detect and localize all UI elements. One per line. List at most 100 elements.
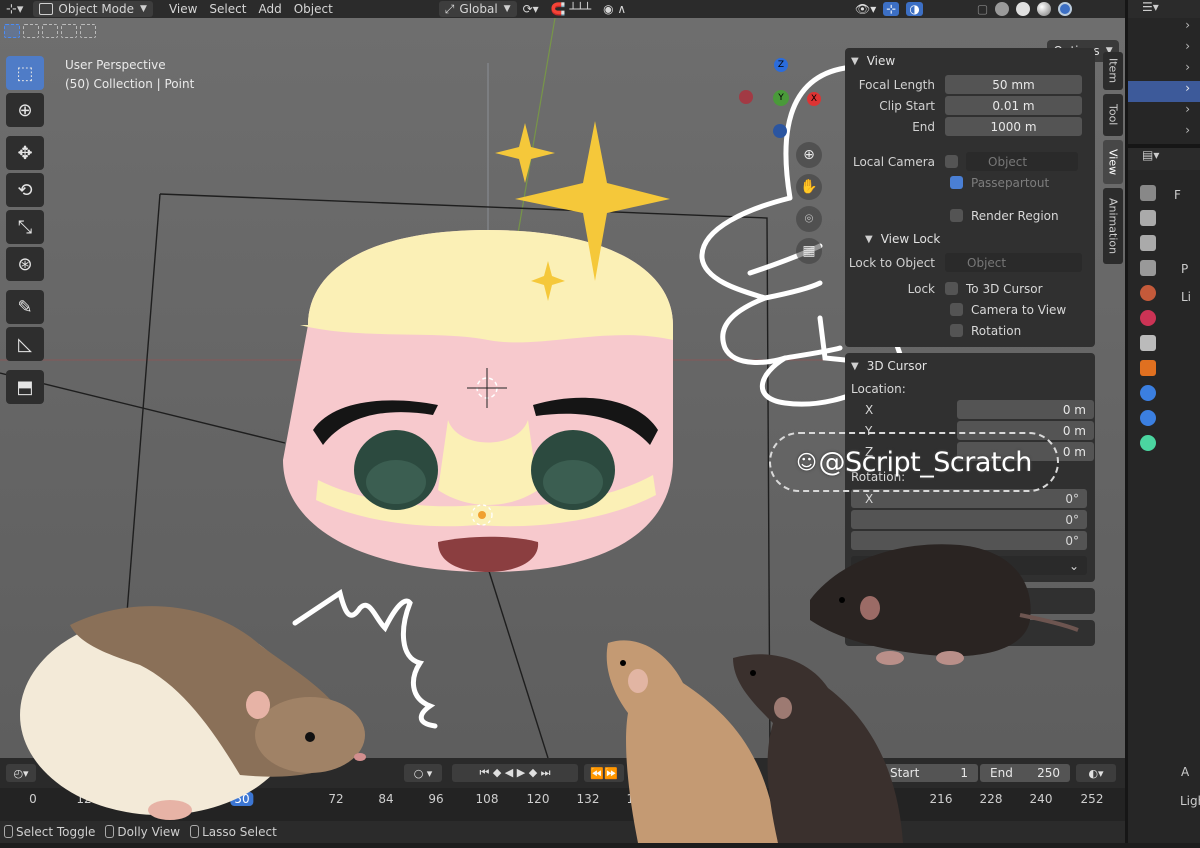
rot-y-field[interactable]: 0° [1065, 513, 1079, 527]
outliner-row[interactable]: › [1128, 39, 1200, 60]
timeline-ruler[interactable]: 0 12 36 50 72 84 96 108 120 132 144 216 … [0, 788, 1125, 821]
lock-to-object-field[interactable]: Object [945, 253, 1082, 272]
select-intersect-button[interactable] [80, 24, 96, 38]
object-mode-icon [39, 3, 54, 15]
view-panel-header[interactable]: ▼ View [845, 48, 1095, 74]
timeline-view-button[interactable]: ◐▾ [1076, 764, 1116, 782]
clip-end-field[interactable]: 1000 m [945, 117, 1082, 136]
view-lock-header[interactable]: ▼ View Lock [845, 226, 1095, 252]
wireframe-shading-icon[interactable] [995, 2, 1010, 16]
world-properties-icon[interactable] [1140, 310, 1156, 326]
menu-object[interactable]: Object [288, 0, 339, 18]
properties-header[interactable]: ▤▾ [1128, 148, 1200, 170]
cursor-tool[interactable]: ⊕ [6, 93, 44, 127]
outliner-row[interactable]: › [1128, 102, 1200, 123]
camera-view-icon[interactable]: ⌾ [796, 206, 822, 232]
scene-properties-icon[interactable] [1140, 285, 1156, 301]
xray-icon[interactable]: ▢ [977, 2, 988, 16]
snap-button[interactable]: 🧲 ┴┴┴ [545, 0, 597, 18]
pan-hand-icon[interactable]: ✋ [796, 174, 822, 200]
view-layer-icon[interactable] [1140, 260, 1156, 276]
tab-animation[interactable]: Animation [1103, 188, 1123, 264]
menu-select[interactable]: Select [203, 0, 252, 18]
focal-length-field[interactable]: 50 mm [945, 75, 1082, 94]
clip-start-field[interactable]: 0.01 m [945, 96, 1082, 115]
pivot-button[interactable]: ⟳▾ [517, 0, 545, 18]
select-extend-button[interactable] [23, 24, 39, 38]
annotations-header[interactable]: ▶ Annotations [845, 620, 1095, 646]
rot-x-field[interactable]: 0° [1065, 492, 1079, 506]
local-camera-checkbox[interactable] [945, 155, 958, 168]
local-camera-field[interactable]: Object [966, 152, 1078, 171]
transform-tool[interactable]: ⊛ [6, 247, 44, 281]
proportional-edit-button[interactable]: ◉ ∧ [597, 0, 632, 18]
modifier-properties-icon[interactable] [1140, 385, 1156, 401]
gizmo-neg-z[interactable] [773, 124, 787, 138]
menu-add[interactable]: Add [252, 0, 287, 18]
gizmo-x-axis[interactable]: X [807, 92, 821, 106]
lock-cursor-checkbox[interactable] [945, 282, 958, 295]
ortho-grid-icon[interactable]: ▦ [796, 238, 822, 264]
render-region-checkbox[interactable] [950, 209, 963, 222]
gizmo-neg-x[interactable] [739, 90, 753, 104]
select-invert-button[interactable] [61, 24, 77, 38]
collection-properties-icon[interactable] [1140, 335, 1156, 351]
collections-header[interactable]: ▶ Collections [845, 588, 1095, 614]
loc-x-field[interactable]: 0 m [957, 400, 1094, 419]
rot-z-field[interactable]: 0° [1065, 534, 1079, 548]
navigation-gizmo[interactable]: Z X Y [735, 54, 825, 144]
annotate-tool[interactable]: ✎ [6, 290, 44, 324]
rotation-mode-dropdown[interactable]: ⌄ [851, 556, 1087, 575]
tab-tool[interactable]: Tool [1103, 94, 1123, 136]
render-properties-icon[interactable] [1140, 210, 1156, 226]
outliner-type-icon[interactable]: ☰▾ [1142, 0, 1159, 14]
light-data-icon[interactable] [1140, 435, 1156, 451]
visibility-icon[interactable]: 👁▾ [855, 2, 876, 16]
select-subtract-button[interactable] [42, 24, 58, 38]
object-properties-icon[interactable] [1140, 360, 1156, 376]
material-shading-icon[interactable] [1037, 2, 1052, 16]
solid-shading-icon[interactable] [1016, 2, 1031, 16]
select-mode-buttons [4, 24, 96, 38]
physics-properties-icon[interactable] [1140, 410, 1156, 426]
tab-item[interactable]: Item [1103, 52, 1123, 90]
keying-button[interactable]: ○ ▾ [404, 764, 442, 782]
start-frame-field[interactable]: Start 1 [880, 764, 978, 782]
mode-selector[interactable]: Object Mode ▼ [33, 1, 153, 17]
outliner-row[interactable]: › [1128, 18, 1200, 39]
select-new-button[interactable] [4, 24, 20, 38]
chevron-down-icon: ▼ [851, 55, 859, 67]
playback-controls[interactable]: ⏮ ◆ ◀ ▶ ◆ ⏭ [452, 764, 578, 782]
rendered-shading-icon[interactable] [1058, 2, 1073, 16]
select-box-tool[interactable]: ⬚ [6, 56, 44, 90]
tab-view[interactable]: View [1103, 140, 1123, 184]
add-cube-tool[interactable]: ⬒ [6, 370, 44, 404]
3d-cursor-header[interactable]: ▼ 3D Cursor [845, 353, 1095, 379]
outliner-row-selected[interactable]: › [1128, 81, 1200, 102]
properties-section-label: A [1181, 765, 1190, 779]
passepartout-checkbox[interactable] [950, 176, 963, 189]
menu-view[interactable]: View [163, 0, 203, 18]
current-frame-indicator[interactable]: 50 [230, 792, 254, 806]
properties-tab-label: F [1174, 188, 1181, 202]
tool-properties-icon[interactable] [1140, 185, 1156, 201]
editor-type-button[interactable]: ⊹▾ [0, 0, 29, 18]
timeline-editor-type[interactable]: ◴▾ [6, 764, 36, 782]
measure-tool[interactable]: ◺ [6, 327, 44, 361]
outliner-row[interactable]: › [1128, 123, 1200, 144]
output-properties-icon[interactable] [1140, 235, 1156, 251]
gizmo-toggle-icon[interactable]: ⊹ [883, 2, 900, 16]
end-frame-field[interactable]: End 250 [980, 764, 1070, 782]
gizmo-z-axis[interactable]: Z [774, 58, 788, 72]
overlay-toggle-icon[interactable]: ◑ [906, 2, 923, 16]
camera-to-view-checkbox[interactable] [950, 303, 963, 316]
gizmo-y-axis[interactable]: Y [773, 90, 789, 106]
scale-tool[interactable]: ⤡ [6, 210, 44, 244]
zoom-icon[interactable]: ⊕ [796, 142, 822, 168]
transform-orientation-selector[interactable]: ⤢ Global ▼ [438, 1, 517, 17]
keyframe-jump[interactable]: ⏪⏩ [584, 764, 624, 782]
move-tool[interactable]: ✥ [6, 136, 44, 170]
outliner-row[interactable]: › [1128, 60, 1200, 81]
rotate-tool[interactable]: ⟲ [6, 173, 44, 207]
lock-rotation-checkbox[interactable] [950, 324, 963, 337]
